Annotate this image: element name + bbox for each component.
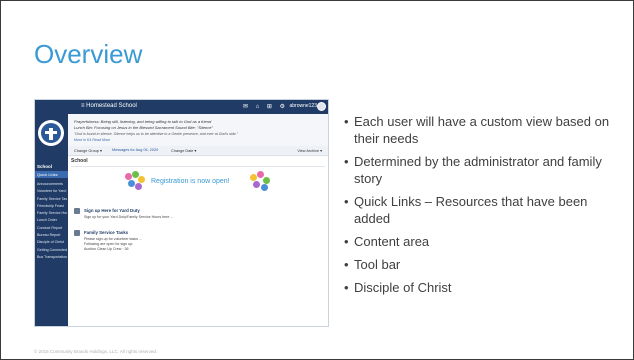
- sidebar-item[interactable]: Volunteer for Yard Duty: [37, 188, 67, 195]
- sidebar-item[interactable]: Family Service Hours: [37, 210, 67, 217]
- sidebar-item[interactable]: Bureau Report: [37, 232, 67, 239]
- toolbar-icons[interactable]: ✉ ⌂ ⊞ ⚙: [243, 103, 288, 110]
- post-icon: [74, 208, 80, 214]
- registration-text: Registration is now open!: [151, 178, 230, 185]
- bullet-item: • Content area: [344, 234, 430, 249]
- copyright-footer: © 2018 Community Brands Holdings, LLC. A…: [34, 349, 158, 354]
- sidebar-item[interactable]: Family Service Tasks: [37, 196, 67, 203]
- slide: Overview ≡ Homestead School ✉ ⌂ ⊞ ⚙ abro…: [1, 1, 633, 359]
- sidebar-item[interactable]: Bus Transportation Info: [37, 254, 67, 261]
- content-heading: School: [71, 158, 88, 164]
- sidebar-item[interactable]: Announcements: [37, 181, 67, 188]
- bullet-item: • Quick Links – Resources that have been …: [344, 194, 588, 226]
- bullet-list: • Each user will have a custom view based…: [344, 113, 624, 302]
- bullet-item: • Each user will have a custom view based…: [344, 114, 610, 146]
- change-date-button[interactable]: Change Date ▾: [171, 148, 196, 153]
- bullet-item: • Tool bar: [344, 257, 401, 272]
- change-group-button[interactable]: Change Group ▾: [74, 148, 102, 153]
- sidebar-item-quick-links[interactable]: Quick Links: [35, 171, 68, 178]
- school-logo-icon: [38, 120, 64, 146]
- avatar[interactable]: [317, 102, 326, 111]
- message-toolbar: Change Group ▾ Messages for Aug 04, 2020…: [68, 146, 328, 156]
- app-screenshot: ≡ Homestead School ✉ ⌂ ⊞ ⚙ abrowne123 Sc…: [34, 99, 329, 327]
- sidebar-item[interactable]: Conduct Report: [37, 225, 67, 232]
- post-text: Auction Clean Up Crew · 36: [84, 247, 129, 251]
- slide-title: Overview: [34, 39, 143, 69]
- sidebar-item-label: Quick Links: [37, 172, 58, 177]
- announcement-line: Prayerfulness: Being still, listening, a…: [74, 119, 212, 124]
- bullet-item: • Determined by the administrator and fam…: [344, 154, 602, 186]
- registration-banner[interactable]: Registration is now open!: [123, 171, 273, 193]
- user-name[interactable]: abrowne123: [289, 103, 317, 109]
- announcement-panel: Prayerfulness: Being still, listening, a…: [68, 114, 328, 147]
- sidebar-item[interactable]: Getting Connected & Sign-Ups: [37, 247, 67, 254]
- post-title[interactable]: Sign up Here for Yard Duty: [84, 208, 140, 213]
- post-text: Following are open for sign up:: [84, 242, 134, 246]
- sidebar-school-label: School: [37, 164, 53, 169]
- announcement-quote: "God is found in silence. Silence helps …: [74, 132, 238, 136]
- post-text: Please sign up for volunteer tasks ...: [84, 237, 142, 241]
- bullet-item: • Disciple of Christ: [344, 280, 452, 295]
- top-navbar: ≡ Homestead School ✉ ⌂ ⊞ ⚙ abrowne123: [35, 100, 328, 114]
- post-icon: [74, 230, 80, 236]
- announcement-line: Lunch Bin: Focusing on Jesus in the Bles…: [74, 125, 213, 130]
- balloons-icon: [247, 171, 273, 193]
- sidebar-item[interactable]: Disciple of Christ: [37, 239, 67, 246]
- sidebar-item[interactable]: Lunch Order: [37, 217, 67, 224]
- sidebar-item[interactable]: Friendship Feast: [37, 203, 67, 210]
- divider: [71, 166, 325, 167]
- sidebar: School Quick Links Announcements Volunte…: [35, 114, 68, 326]
- messages-date-label: Messages for Aug 04, 2020: [112, 148, 159, 152]
- brand-label[interactable]: ≡ Homestead School: [81, 103, 137, 109]
- post-title[interactable]: Family Service Tasks: [84, 230, 128, 235]
- post-text: Sign up for your Yard Duty/Family Servic…: [84, 215, 174, 219]
- read-more-link[interactable]: More in K4 Read More: [74, 138, 110, 142]
- view-archive-button[interactable]: View Archive ▾: [297, 148, 322, 153]
- content-area: School Registration is now open! Sign up…: [68, 156, 328, 326]
- sidebar-items: Announcements Volunteer for Yard Duty Fa…: [37, 181, 67, 261]
- balloons-icon: [123, 171, 149, 193]
